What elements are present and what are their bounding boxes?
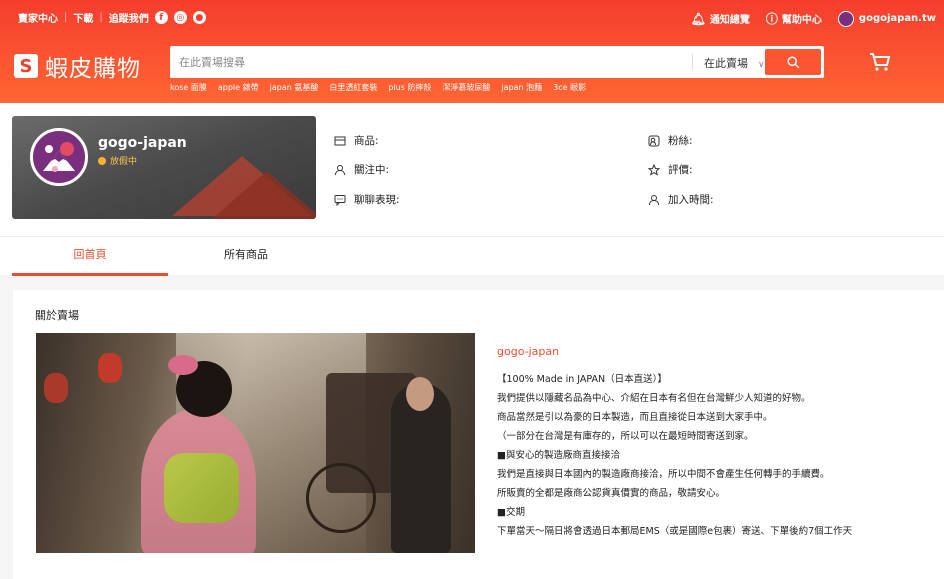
hint-link[interactable]: japan 氨基酸 [270, 82, 319, 93]
social-icons: f ◎ ● [154, 11, 212, 24]
help-center-link[interactable]: ⓘ 幫助中心 [766, 10, 822, 27]
shop-description: gogo-japan 【100% Made in JAPAN（日本直送）】 我們… [497, 333, 917, 541]
hint-link[interactable]: japan 泡麵 [501, 82, 542, 93]
shop-card: gogo-japan 放假中 [12, 116, 316, 219]
shop-name: gogo-japan [98, 135, 187, 151]
banner-decoration [212, 171, 316, 219]
photo-wheel [306, 463, 376, 533]
stat-joined: 加入時間: [648, 192, 714, 207]
avatar [837, 10, 854, 27]
hint-link[interactable]: apple 錶帶 [218, 82, 259, 93]
user-icon [335, 164, 345, 175]
notifications-link[interactable]: 🔔︎ 通知總覽 [690, 11, 750, 27]
status-badge: 放假中 [98, 154, 137, 167]
divider [692, 54, 693, 70]
description-line: （一部分在台灣是有庫存的，所以可以在最短時間寄送到家。 [497, 431, 754, 442]
lantern [98, 353, 122, 383]
divider: | [99, 12, 103, 23]
logo-text: 蝦皮購物 [45, 56, 141, 82]
stat-label: 評價: [668, 164, 693, 176]
shop-tabs: 回首頁 所有商品 [0, 236, 944, 276]
stat-products: 商品: [334, 133, 379, 148]
search-bar: 在此賣場 ∨ [170, 46, 824, 78]
status-dot-icon [98, 156, 106, 165]
shop-cover-photo [36, 333, 475, 553]
seller-center-link[interactable]: 賣家中心 [18, 10, 58, 25]
shop-logo[interactable] [30, 128, 88, 186]
shopee-logo[interactable]: S 蝦皮購物 [14, 49, 141, 83]
hint-link[interactable]: 白里透紅套裝 [329, 82, 377, 93]
site-header: 賣家中心 | 下載 | 追蹤我們 f ◎ ● 🔔︎ 通知總覽 ⓘ 幫助中心 go… [0, 0, 944, 103]
store-icon [334, 136, 346, 145]
search-hints: kose 面膜 apple 錶帶 japan 氨基酸 白里透紅套裝 plus 防… [170, 82, 597, 93]
user-icon [649, 194, 659, 205]
description-line: 我們提供以隱藏名品為中心、介紹在日本有名但在台灣鮮少人知道的好物。 [497, 393, 811, 404]
top-bar-right: 🔔︎ 通知總覽 ⓘ 幫助中心 gogojapan.tw [675, 10, 936, 27]
shopping-bag-icon: S [14, 54, 38, 78]
hint-link[interactable]: plus 防摔殼 [388, 82, 431, 93]
cart-icon[interactable] [868, 51, 892, 73]
user-account[interactable]: gogojapan.tw [837, 10, 936, 27]
stat-following: 關注中: [334, 162, 389, 177]
stat-label: 聊聊表現: [354, 194, 400, 206]
description-line: 所販賣的全都是廠商公認貨真價實的商品，敬請安心。 [497, 488, 726, 499]
mount-fuji-icon [43, 142, 75, 172]
stat-followers: 粉絲: [648, 133, 693, 148]
chat-icon [334, 194, 346, 206]
username-label: gogojapan.tw [858, 13, 936, 24]
tab-home[interactable]: 回首頁 [12, 237, 168, 276]
stat-label: 加入時間: [668, 194, 714, 206]
stat-rating: 評價: [648, 162, 693, 177]
photo-obi [164, 453, 239, 523]
lantern [44, 373, 68, 403]
stat-label: 粉絲: [668, 135, 693, 147]
download-link[interactable]: 下載 [73, 10, 93, 25]
description-line: 我們是直接與日本國內的製造廠商接洽，所以中間不會產生任何轉手的手續費。 [497, 469, 830, 480]
divider: | [64, 12, 68, 23]
description-line: ■與安心的製造廠商直接接洽 [497, 450, 620, 461]
stat-label: 關注中: [354, 164, 390, 176]
description-line: ■交期 [497, 507, 525, 518]
about-section: 關於賣場 gogo-japan 【100% Made in JAPAN（日本直送… [13, 290, 944, 579]
stat-label: 商品: [354, 135, 379, 147]
help-label: 幫助中心 [781, 15, 822, 26]
search-scope-label: 在此賣場 [704, 57, 748, 70]
follow-us-link[interactable]: 追蹤我們 [109, 10, 149, 25]
instagram-icon[interactable]: ◎ [173, 11, 187, 24]
description-line: 下單當天〜隔日將會透過日本郵局EMS（或是國際e包裹）寄送、下單後約7個工作天 [497, 526, 853, 537]
description-line: 商品當然是引以為豪的日本製造，而且直接從日本送到大家手中。 [497, 412, 773, 423]
hint-link[interactable]: 3ce 眼影 [553, 82, 586, 93]
description-shop-name: gogo-japan [497, 345, 560, 358]
question-circle-icon: ⓘ [765, 12, 778, 26]
status-label: 放假中 [110, 157, 138, 167]
top-bar: 賣家中心 | 下載 | 追蹤我們 f ◎ ● 🔔︎ 通知總覽 ⓘ 幫助中心 go… [0, 0, 944, 34]
search-button[interactable] [765, 49, 821, 75]
chevron-down-icon: ∨ [758, 60, 765, 70]
photo-face [406, 377, 434, 411]
notifications-label: 通知總覽 [709, 15, 750, 26]
shop-banner: gogo-japan 放假中 商品: 關注中: 聊聊表現: 粉絲: 評價: 加入… [0, 103, 944, 236]
search-scope-select[interactable]: 在此賣場 ∨ [704, 55, 765, 71]
followers-icon [648, 135, 660, 146]
facebook-icon[interactable]: f [154, 11, 168, 24]
bell-icon: 🔔︎ [690, 11, 706, 26]
line-icon[interactable]: ● [192, 11, 206, 24]
hint-link[interactable]: kose 面膜 [170, 82, 207, 93]
stat-chat: 聊聊表現: [334, 192, 400, 207]
search-input[interactable] [170, 46, 680, 78]
photo-hair-ornament [168, 355, 198, 375]
search-icon [786, 55, 799, 68]
description-line: 【100% Made in JAPAN（日本直送）】 [497, 374, 667, 385]
hint-link[interactable]: 潔淨慕玻尿酸 [442, 82, 490, 93]
section-title: 關於賣場 [35, 309, 79, 322]
top-bar-left: 賣家中心 | 下載 | 追蹤我們 f ◎ ● [18, 10, 212, 25]
tab-all-products[interactable]: 所有商品 [168, 237, 324, 276]
star-icon [648, 163, 660, 176]
